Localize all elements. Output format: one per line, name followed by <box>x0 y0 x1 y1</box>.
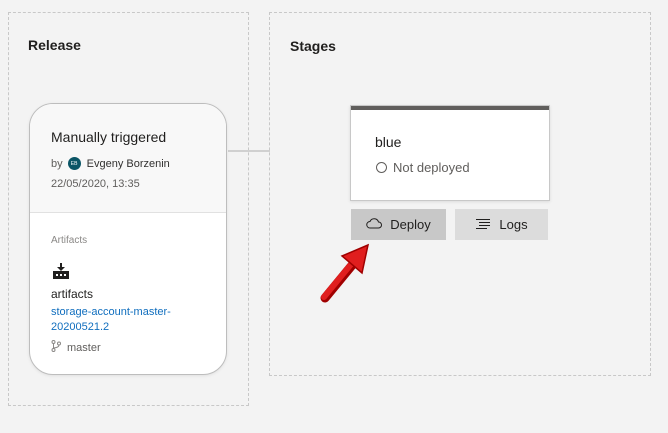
branch-row: master <box>51 340 101 355</box>
stage-status-text: Not deployed <box>393 160 470 175</box>
stage-name: blue <box>375 134 402 150</box>
stage-status: Not deployed <box>376 160 470 175</box>
avatar: EB <box>67 157 81 170</box>
artifact-name: artifacts <box>51 287 94 301</box>
deploy-button-label: Deploy <box>390 217 431 232</box>
deploy-button[interactable]: Deploy <box>351 209 446 240</box>
logs-button[interactable]: Logs <box>455 209 548 240</box>
logs-button-label: Logs <box>499 217 528 232</box>
release-author-row: by EB Evgeny Borzenin <box>51 157 170 170</box>
factory-icon <box>52 262 70 285</box>
annotation-arrow-icon <box>318 240 376 311</box>
stage-card-blue[interactable]: blue Not deployed <box>350 105 550 201</box>
stage-status-bar <box>351 106 549 110</box>
circle-icon <box>376 162 387 173</box>
release-card[interactable]: Manually triggered by EB Evgeny Borzenin… <box>29 103 227 375</box>
stages-panel-title: Stages <box>290 38 336 54</box>
release-stage-connector <box>228 150 270 152</box>
branch-icon <box>51 340 67 355</box>
artifacts-label: Artifacts <box>51 235 88 246</box>
logs-icon <box>475 217 491 232</box>
by-label: by <box>51 157 63 170</box>
branch-name: master <box>67 341 101 354</box>
release-card-header: Manually triggered by EB Evgeny Borzenin… <box>30 104 226 213</box>
author-name: Evgeny Borzenin <box>86 157 170 170</box>
artifact-version-link[interactable]: storage-account-master-20200521.2 <box>51 305 221 335</box>
trigger-title: Manually triggered <box>51 129 167 145</box>
release-panel-title: Release <box>28 37 81 53</box>
cloud-icon <box>366 217 383 232</box>
release-date: 22/05/2020, 13:35 <box>51 178 140 190</box>
